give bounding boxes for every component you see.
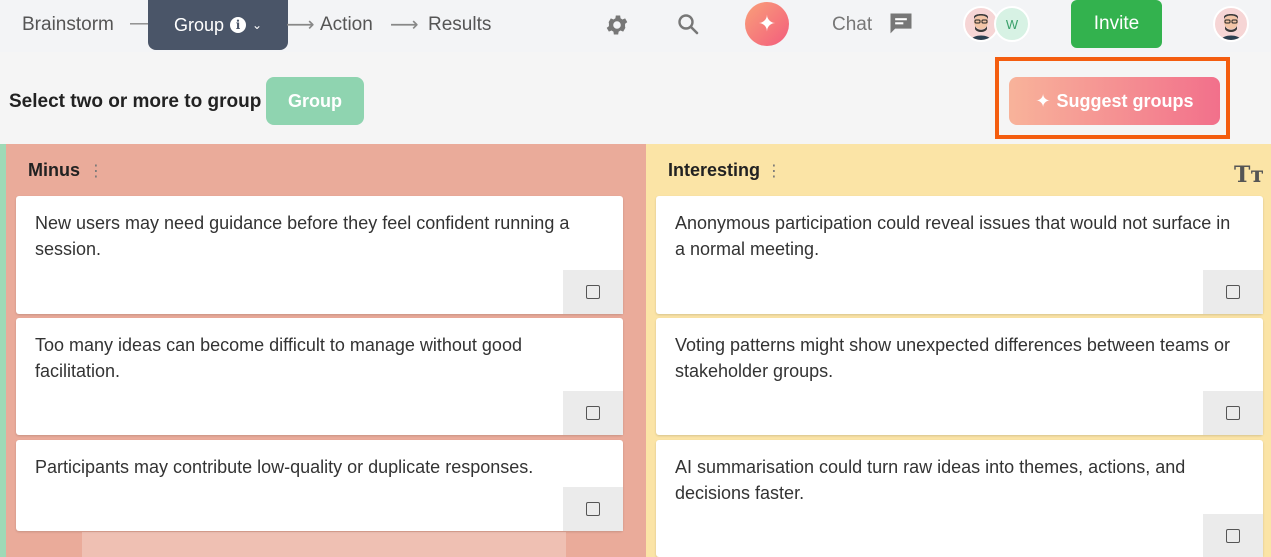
- step-group[interactable]: Group i ⌄: [148, 0, 288, 50]
- card-text: Participants may contribute low-quality …: [35, 457, 534, 477]
- avatar-w[interactable]: W: [994, 6, 1030, 42]
- checkbox-icon: [1226, 529, 1240, 543]
- card-checkbox[interactable]: [563, 487, 623, 531]
- idea-card[interactable]: Too many ideas can become difficult to m…: [16, 318, 623, 435]
- user-avatar[interactable]: [1213, 6, 1249, 42]
- checkbox-icon: [586, 406, 600, 420]
- idea-card[interactable]: New users may need guidance before they …: [16, 196, 623, 314]
- ai-sparkle-button[interactable]: ✦: [745, 2, 789, 46]
- card-text: AI summarisation could turn raw ideas in…: [675, 457, 1186, 503]
- column-title: Minus: [28, 160, 80, 180]
- watermark: [82, 532, 566, 557]
- card-checkbox[interactable]: [1203, 270, 1263, 314]
- step-group-label: Group: [173, 14, 224, 35]
- card-checkbox[interactable]: [1203, 514, 1263, 557]
- card-text: Too many ideas can become difficult to m…: [35, 335, 522, 381]
- idea-card[interactable]: Anonymous participation could reveal iss…: [656, 196, 1263, 314]
- checkbox-icon: [1226, 285, 1240, 299]
- chat-icon[interactable]: [884, 8, 918, 40]
- step-arrow-icon: ⟶: [286, 14, 315, 36]
- invite-button[interactable]: Invite: [1071, 0, 1162, 48]
- idea-card[interactable]: Participants may contribute low-quality …: [16, 440, 623, 531]
- idea-card[interactable]: AI summarisation could turn raw ideas in…: [656, 440, 1263, 557]
- step-arrow-icon: ⟶: [390, 14, 419, 36]
- step-action[interactable]: Action: [320, 14, 373, 36]
- text-size-icon[interactable]: Tт: [1234, 162, 1264, 188]
- info-icon[interactable]: i: [229, 17, 246, 33]
- card-checkbox[interactable]: [1203, 391, 1263, 435]
- step-results[interactable]: Results: [428, 14, 491, 36]
- chat-label[interactable]: Chat: [832, 14, 872, 36]
- card-text: Anonymous participation could reveal iss…: [675, 213, 1231, 259]
- card-checkbox[interactable]: [563, 270, 623, 314]
- kebab-menu-icon[interactable]: ⋮: [88, 161, 104, 181]
- gear-icon[interactable]: [600, 8, 634, 42]
- group-toolbar: Select two or more to group Group ✦ Sugg…: [0, 52, 1271, 144]
- sparkle-icon: ✦: [757, 11, 777, 36]
- checkbox-icon: [1226, 406, 1240, 420]
- idea-card[interactable]: Voting patterns might show unexpected di…: [656, 318, 1263, 435]
- card-text: Voting patterns might show unexpected di…: [675, 335, 1231, 381]
- step-brainstorm[interactable]: Brainstorm: [22, 14, 114, 36]
- kebab-menu-icon[interactable]: ⋮: [766, 161, 782, 181]
- checkbox-icon: [586, 502, 600, 516]
- checkbox-icon: [586, 285, 600, 299]
- top-bar: Brainstorm — Group i ⌄ ⟶ Action ⟶ Result…: [0, 0, 1271, 52]
- chevron-down-icon[interactable]: ⌄: [252, 18, 262, 32]
- suggest-groups-button[interactable]: ✦ Suggest groups: [1009, 77, 1220, 125]
- search-icon[interactable]: [672, 8, 704, 40]
- suggest-groups-label: Suggest groups: [1056, 90, 1194, 111]
- step-arrow-icon: —: [130, 12, 150, 34]
- select-prompt: Select two or more to group: [9, 91, 262, 112]
- sparkle-icon: ✦: [1035, 90, 1051, 111]
- column-title: Interesting: [668, 160, 761, 180]
- card-text: New users may need guidance before they …: [35, 213, 570, 259]
- group-button[interactable]: Group: [266, 77, 364, 125]
- card-checkbox[interactable]: [563, 391, 623, 435]
